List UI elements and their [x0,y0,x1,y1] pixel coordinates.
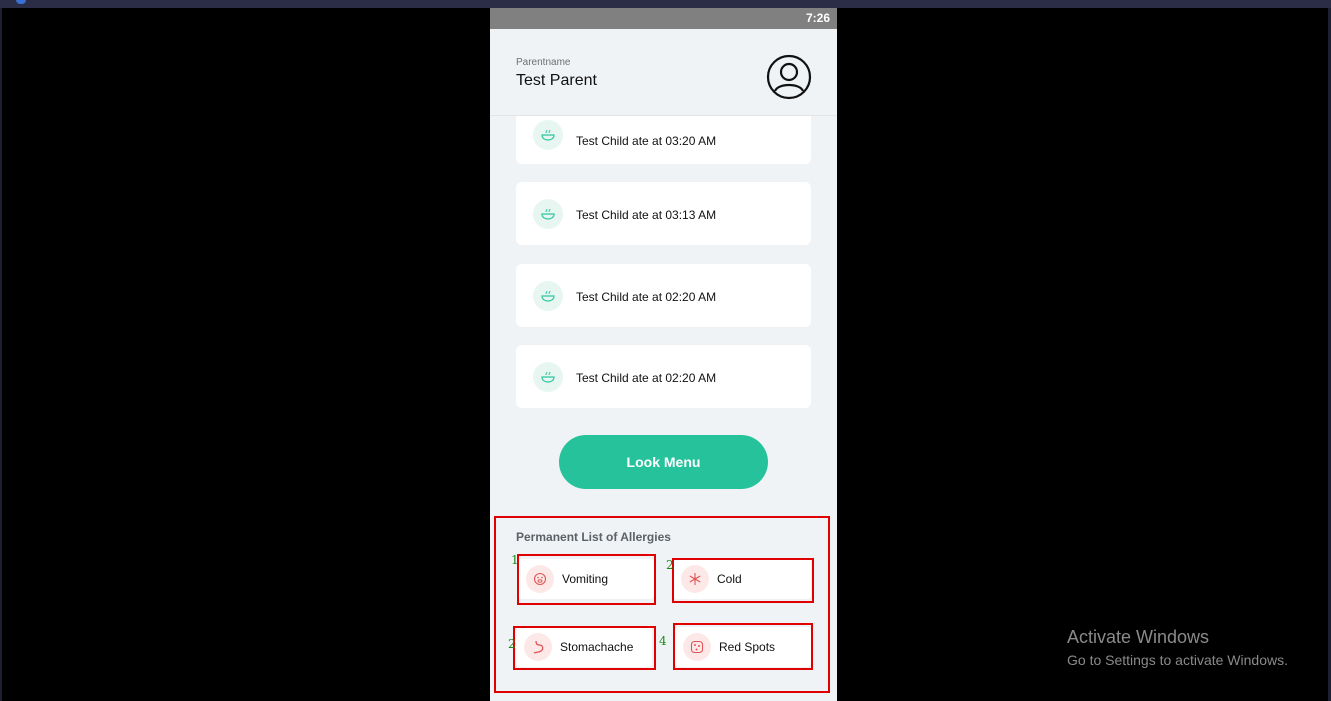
feed-item-text: Test Child ate at 03:20 AM [576,134,717,148]
allergy-label: Red Spots [719,640,776,654]
allergy-label: Stomachache [560,640,634,654]
user-circle-icon[interactable] [766,54,812,100]
stomach-icon [524,633,552,661]
look-menu-button[interactable]: Look Menu [559,435,768,489]
feed-item[interactable]: Test Child ate at 02:20 AM [516,345,811,408]
allergy-chip-stomachache[interactable]: Stomachache [516,627,652,667]
activate-windows-subtitle: Go to Settings to activate Windows. [1067,652,1288,668]
food-bowl-icon [533,120,563,150]
annotation-number: 2 [666,558,674,572]
red-spots-icon [683,633,711,661]
taskbar-indicator [16,0,26,4]
activate-windows-title: Activate Windows [1067,627,1210,647]
feed-item-text: Test Child ate at 02:20 AM [576,290,717,304]
allergy-chip-cold[interactable]: Cold [673,559,811,599]
phone-screen: 7:26 Parentname Test Parent Test Child a… [490,8,837,701]
app-header: Parentname Test Parent [490,29,837,116]
food-bowl-icon [533,199,563,229]
food-bowl-icon [533,281,563,311]
snowflake-icon [681,565,709,593]
status-bar: 7:26 [490,8,837,29]
annotation-number: 2 [508,637,516,651]
feed-item-text: Test Child ate at 02:20 AM [576,371,717,385]
vomit-face-icon [526,565,554,593]
annotation-number: 1 [511,553,519,567]
parent-caption: Parentname [516,57,571,68]
desktop-background: 7:26 Parentname Test Parent Test Child a… [0,0,1331,701]
food-bowl-icon [533,362,563,392]
status-time: 7:26 [805,11,830,25]
window-left-border [0,8,2,701]
parent-name: Test Parent [516,72,597,89]
allergy-chip-vomiting[interactable]: Vomiting [518,559,654,599]
taskbar-strip [0,0,1331,8]
allergy-label: Vomiting [562,572,609,586]
feed-item[interactable]: Test Child ate at 03:13 AM [516,182,811,245]
allergy-label: Cold [717,572,742,586]
annotation-number: 4 [659,634,667,648]
allergies-title: Permanent List of Allergies [516,530,671,544]
feed-item[interactable]: Test Child ate at 03:20 AM [516,116,811,164]
allergy-chip-red-spots[interactable]: Red Spots [675,627,811,667]
feed-item-text: Test Child ate at 03:13 AM [576,208,717,222]
feed-item[interactable]: Test Child ate at 02:20 AM [516,264,811,327]
